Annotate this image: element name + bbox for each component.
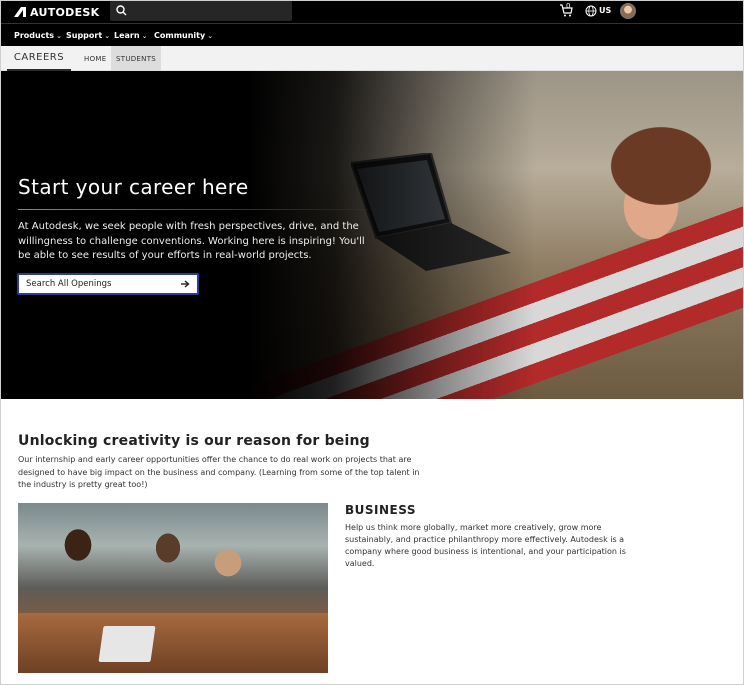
chevron-down-icon: ⌄ [104, 31, 111, 40]
hero-title: Start your career here [18, 175, 249, 199]
business-title: BUSINESS [345, 503, 416, 517]
hero-banner: Start your career here At Autodesk, we s… [1, 71, 743, 399]
arrow-right-icon [181, 280, 190, 288]
page: AUTODESK 0 US Products ⌄ Support ⌄ Learn… [0, 0, 744, 685]
button-label: Search All Openings [26, 279, 112, 289]
section-description: Our internship and early career opportun… [18, 455, 420, 489]
chevron-down-icon: ⌄ [207, 31, 214, 40]
careers-subnav: CAREERS HOME STUDENTS [1, 46, 743, 71]
students-photo-table [18, 613, 328, 673]
cart-count: 0 [566, 2, 571, 10]
laptop-illustration [98, 626, 156, 662]
chevron-down-icon: ⌄ [141, 31, 148, 40]
business-description: Help us think more globally, market more… [345, 523, 626, 568]
autodesk-logo[interactable]: AUTODESK [14, 5, 99, 19]
language-selector[interactable]: US [599, 6, 611, 15]
careers-section-title[interactable]: CAREERS [7, 46, 71, 71]
nav-products[interactable]: Products ⌄ [14, 31, 62, 40]
search-input[interactable] [110, 1, 292, 21]
main-nav: Products ⌄ Support ⌄ Learn ⌄ Community ⌄ [1, 23, 743, 46]
section-title: Unlocking creativity is our reason for b… [18, 433, 370, 449]
search-icon [116, 5, 127, 16]
hero-description: At Autodesk, we seek people with fresh p… [18, 221, 365, 261]
globe-icon[interactable] [585, 5, 597, 17]
avatar[interactable] [620, 3, 636, 19]
tab-home[interactable]: HOME [79, 46, 111, 71]
search-all-openings-button[interactable]: Search All Openings [17, 273, 199, 295]
tab-students[interactable]: STUDENTS [111, 46, 162, 71]
top-bar: AUTODESK 0 US [1, 1, 743, 23]
chevron-down-icon: ⌄ [56, 31, 62, 40]
autodesk-logo-icon [14, 7, 26, 17]
hero-divider [18, 209, 378, 210]
brand-name: AUTODESK [30, 5, 100, 19]
nav-support[interactable]: Support ⌄ [66, 31, 110, 40]
nav-learn[interactable]: Learn ⌄ [114, 31, 147, 40]
nav-community[interactable]: Community ⌄ [154, 31, 213, 40]
